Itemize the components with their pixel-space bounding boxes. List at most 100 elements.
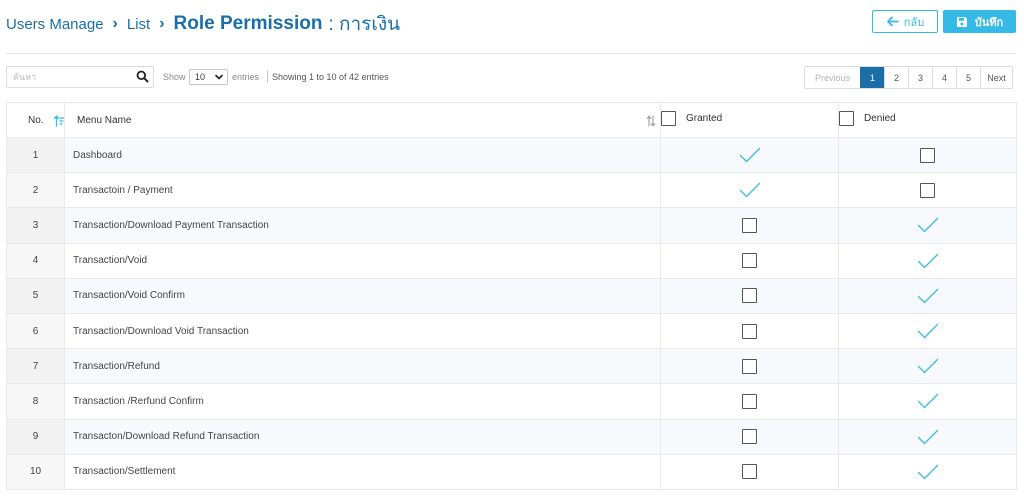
table-row: 3 Transaction/Download Payment Transactio… bbox=[6, 207, 1017, 244]
granted-cell[interactable] bbox=[660, 453, 839, 490]
save-button[interactable]: บันทึก bbox=[943, 10, 1016, 33]
row-number: 9 bbox=[6, 418, 65, 455]
page-title-role-name: : การเงิน bbox=[328, 14, 401, 35]
denied-cell[interactable] bbox=[838, 242, 1017, 279]
table-header-row: No. Menu Name Granted Denied bbox=[6, 102, 1017, 138]
select-all-denied-checkbox[interactable] bbox=[839, 111, 854, 126]
row-number: 5 bbox=[6, 277, 65, 314]
menu-name-cell: Transaction/Download Payment Transaction bbox=[64, 207, 661, 244]
pagination-page[interactable]: 3 bbox=[908, 67, 932, 88]
back-button[interactable]: กลับ bbox=[872, 10, 938, 33]
column-header-granted: Granted bbox=[660, 102, 839, 138]
chevron-right-icon: › bbox=[112, 15, 118, 32]
checkbox-icon[interactable] bbox=[920, 147, 935, 163]
table-toolbar: Show 10 entries Showing 1 to 10 of 42 en… bbox=[0, 64, 1024, 92]
denied-cell[interactable] bbox=[838, 172, 1017, 209]
sort-both-icon[interactable] bbox=[646, 115, 656, 127]
granted-cell[interactable] bbox=[660, 242, 839, 279]
floppy-disk-icon bbox=[956, 16, 967, 27]
breadcrumb-list[interactable]: List bbox=[127, 16, 150, 33]
menu-name-cell: Transacton/Download Refund Transaction bbox=[64, 418, 661, 455]
column-header-menu-name-label: Menu Name bbox=[77, 114, 132, 126]
pagination-page[interactable]: 4 bbox=[932, 67, 956, 88]
checkbox-icon[interactable] bbox=[742, 429, 757, 445]
check-icon[interactable] bbox=[917, 217, 939, 233]
check-icon[interactable] bbox=[739, 182, 761, 198]
menu-name-cell: Transaction/Void Confirm bbox=[64, 277, 661, 314]
denied-cell[interactable] bbox=[838, 453, 1017, 490]
granted-cell[interactable] bbox=[660, 172, 839, 209]
checkbox-icon[interactable] bbox=[742, 358, 757, 374]
search-icon[interactable] bbox=[136, 70, 149, 83]
pagination-next[interactable]: Next bbox=[980, 67, 1012, 88]
page-header: Users Manage › List › Role Permission : … bbox=[0, 0, 1024, 46]
check-icon[interactable] bbox=[917, 288, 939, 304]
granted-cell[interactable] bbox=[660, 348, 839, 385]
column-header-no[interactable]: No. bbox=[6, 102, 65, 138]
row-number: 4 bbox=[6, 242, 65, 279]
row-number: 10 bbox=[6, 453, 65, 490]
column-header-no-label: No. bbox=[28, 114, 44, 126]
info-divider bbox=[267, 70, 268, 83]
arrow-left-icon bbox=[886, 16, 899, 27]
check-icon[interactable] bbox=[917, 253, 939, 269]
check-icon[interactable] bbox=[917, 429, 939, 445]
granted-cell[interactable] bbox=[660, 383, 839, 420]
granted-cell[interactable] bbox=[660, 277, 839, 314]
checkbox-icon[interactable] bbox=[920, 182, 935, 198]
select-all-granted-checkbox[interactable] bbox=[661, 111, 676, 126]
search-box bbox=[6, 66, 154, 88]
pagination: Previous 1 2 3 4 5 Next bbox=[804, 66, 1013, 89]
menu-name-cell: Transaction/Refund bbox=[64, 348, 661, 385]
denied-cell[interactable] bbox=[838, 277, 1017, 314]
menu-name-cell: Dashboard bbox=[64, 136, 661, 174]
table-row: 7 Transaction/Refund bbox=[6, 348, 1017, 385]
granted-cell[interactable] bbox=[660, 418, 839, 455]
denied-cell[interactable] bbox=[838, 418, 1017, 455]
page-length-select[interactable]: 10 bbox=[189, 69, 228, 85]
column-header-denied-label: Denied bbox=[864, 113, 896, 124]
save-button-label: บันทึก bbox=[974, 16, 1004, 29]
checkbox-icon[interactable] bbox=[742, 323, 757, 339]
granted-cell[interactable] bbox=[660, 136, 839, 174]
menu-name-cell: Transaction/Void bbox=[64, 242, 661, 279]
denied-cell[interactable] bbox=[838, 136, 1017, 174]
denied-cell[interactable] bbox=[838, 207, 1017, 244]
breadcrumb: Users Manage › List › Role Permission : … bbox=[6, 9, 400, 39]
granted-cell[interactable] bbox=[660, 312, 839, 350]
pagination-page[interactable]: 2 bbox=[884, 67, 908, 88]
sort-ascending-icon[interactable] bbox=[54, 115, 64, 127]
check-icon[interactable] bbox=[917, 358, 939, 374]
denied-cell[interactable] bbox=[838, 383, 1017, 420]
check-icon[interactable] bbox=[739, 147, 761, 163]
check-icon[interactable] bbox=[917, 393, 939, 409]
granted-cell[interactable] bbox=[660, 207, 839, 244]
table-row: 10 Transaction/Settlement bbox=[6, 453, 1017, 490]
search-input[interactable] bbox=[7, 68, 131, 86]
row-number: 1 bbox=[6, 136, 65, 174]
checkbox-icon[interactable] bbox=[742, 253, 757, 269]
table-row: 5 Transaction/Void Confirm bbox=[6, 277, 1017, 314]
checkbox-icon[interactable] bbox=[742, 464, 757, 480]
checkbox-icon[interactable] bbox=[742, 393, 757, 409]
pagination-page[interactable]: 5 bbox=[956, 67, 980, 88]
table-body: 1 Dashboard 2 Transactoin / Payment 3 Transac… bbox=[6, 136, 1017, 490]
menu-name-cell: Transaction/Download Void Transaction bbox=[64, 312, 661, 350]
check-icon[interactable] bbox=[917, 323, 939, 339]
pagination-previous[interactable]: Previous bbox=[805, 67, 860, 88]
pagination-page[interactable]: 1 bbox=[860, 67, 884, 88]
column-header-menu-name[interactable]: Menu Name bbox=[64, 102, 661, 138]
menu-name-cell: Transactoin / Payment bbox=[64, 172, 661, 209]
denied-cell[interactable] bbox=[838, 348, 1017, 385]
checkbox-icon[interactable] bbox=[742, 288, 757, 304]
row-number: 3 bbox=[6, 207, 65, 244]
chevron-down-icon bbox=[215, 74, 223, 80]
checkbox-icon[interactable] bbox=[742, 217, 757, 233]
denied-cell[interactable] bbox=[838, 312, 1017, 350]
row-number: 8 bbox=[6, 383, 65, 420]
breadcrumb-users-manage[interactable]: Users Manage bbox=[6, 16, 104, 33]
row-number: 6 bbox=[6, 312, 65, 350]
check-icon[interactable] bbox=[917, 464, 939, 480]
column-header-granted-label: Granted bbox=[686, 113, 723, 124]
page-length-value: 10 bbox=[195, 72, 206, 82]
